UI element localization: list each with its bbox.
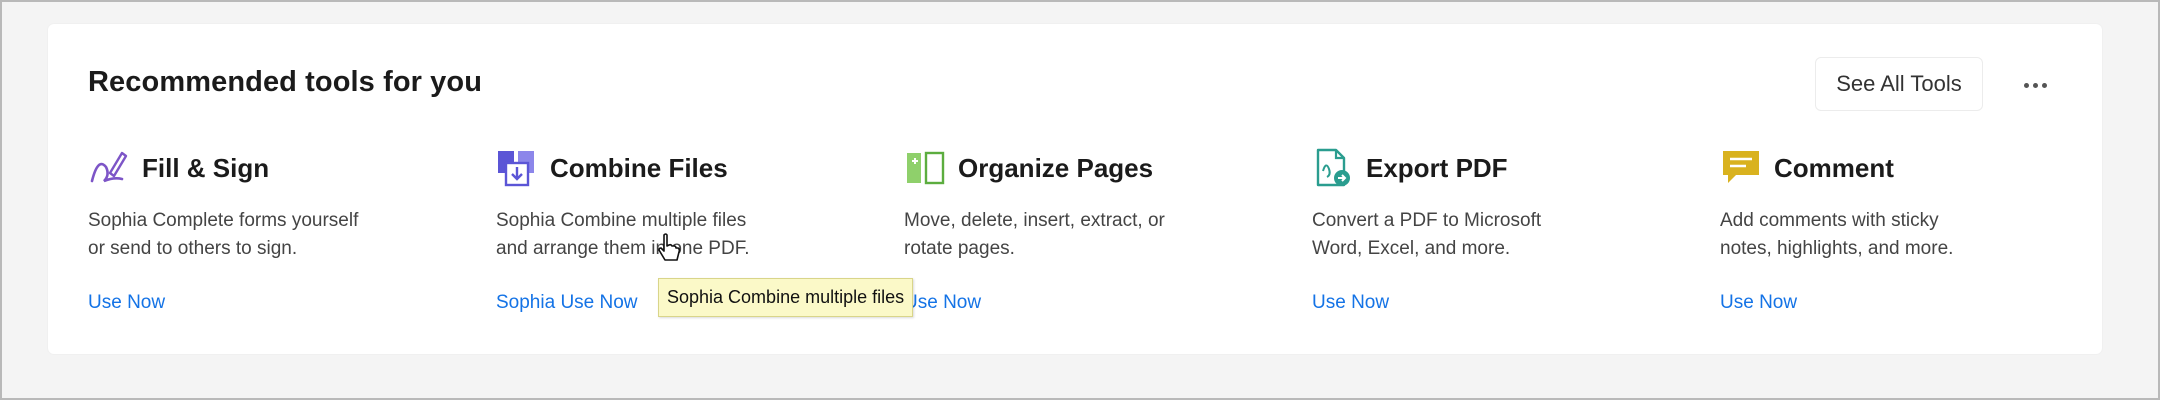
export-pdf-icon[interactable] [1312, 147, 1354, 189]
organize-pages-icon[interactable] [904, 147, 946, 189]
tool-description-line: Word, Excel, and more. [1312, 238, 1511, 259]
tool-name[interactable]: Comment [1774, 153, 1894, 184]
tool-name[interactable]: Export PDF [1366, 153, 1508, 184]
tool-description-line: or send to others to sign. [88, 238, 298, 259]
combine-files-icon[interactable] [496, 147, 538, 189]
comment-icon[interactable] [1720, 147, 1762, 189]
tooltip: Sophia Combine multiple files [658, 278, 914, 317]
tool-card-comment: Comment Add comments with sticky notes, … [1720, 146, 2100, 313]
tool-description-line: Move, delete, insert, extract, or [904, 210, 1165, 231]
more-options-icon[interactable] [2010, 70, 2060, 100]
use-now-link[interactable]: Sophia Use Now [496, 292, 638, 314]
tool-description-line: Add comments with sticky [1720, 210, 1939, 231]
tool-description: Move, delete, insert, extract, or rotate… [904, 207, 1234, 263]
tool-card-fill-sign: Fill & Sign Sophia Complete forms yourse… [88, 146, 468, 313]
tool-description-line: Sophia Complete forms yourself [88, 210, 359, 231]
tool-description-line: rotate pages. [904, 238, 1015, 259]
pen-signature-icon[interactable] [88, 147, 130, 189]
tool-name[interactable]: Organize Pages [958, 153, 1153, 184]
tool-card-export-pdf: Export PDF Convert a PDF to Microsoft Wo… [1312, 146, 1692, 313]
tool-name[interactable]: Combine Files [550, 153, 728, 184]
tool-description-line: Sophia Combine multiple files [496, 210, 747, 231]
tool-card-combine-files: Combine Files Sophia Combine multiple fi… [496, 146, 876, 313]
tool-card-organize-pages: Organize Pages Move, delete, insert, ext… [904, 146, 1284, 313]
see-all-tools-button[interactable]: See All Tools [1815, 57, 1983, 111]
panel-title: Recommended tools for you [88, 66, 483, 98]
tool-description: Convert a PDF to Microsoft Word, Excel, … [1312, 207, 1642, 263]
hand-cursor-icon [658, 233, 681, 261]
tool-description: Sophia Complete forms yourself or send t… [88, 207, 418, 263]
tool-description-line: notes, highlights, and more. [1720, 238, 1954, 259]
tool-description-line: Convert a PDF to Microsoft [1312, 210, 1542, 231]
use-now-link[interactable]: Use Now [1720, 292, 1797, 314]
tool-name[interactable]: Fill & Sign [142, 153, 269, 184]
use-now-link[interactable]: Use Now [88, 292, 165, 314]
use-now-link[interactable]: Use Now [904, 292, 981, 314]
tool-description: Add comments with sticky notes, highligh… [1720, 207, 2050, 263]
use-now-link[interactable]: Use Now [1312, 292, 1389, 314]
